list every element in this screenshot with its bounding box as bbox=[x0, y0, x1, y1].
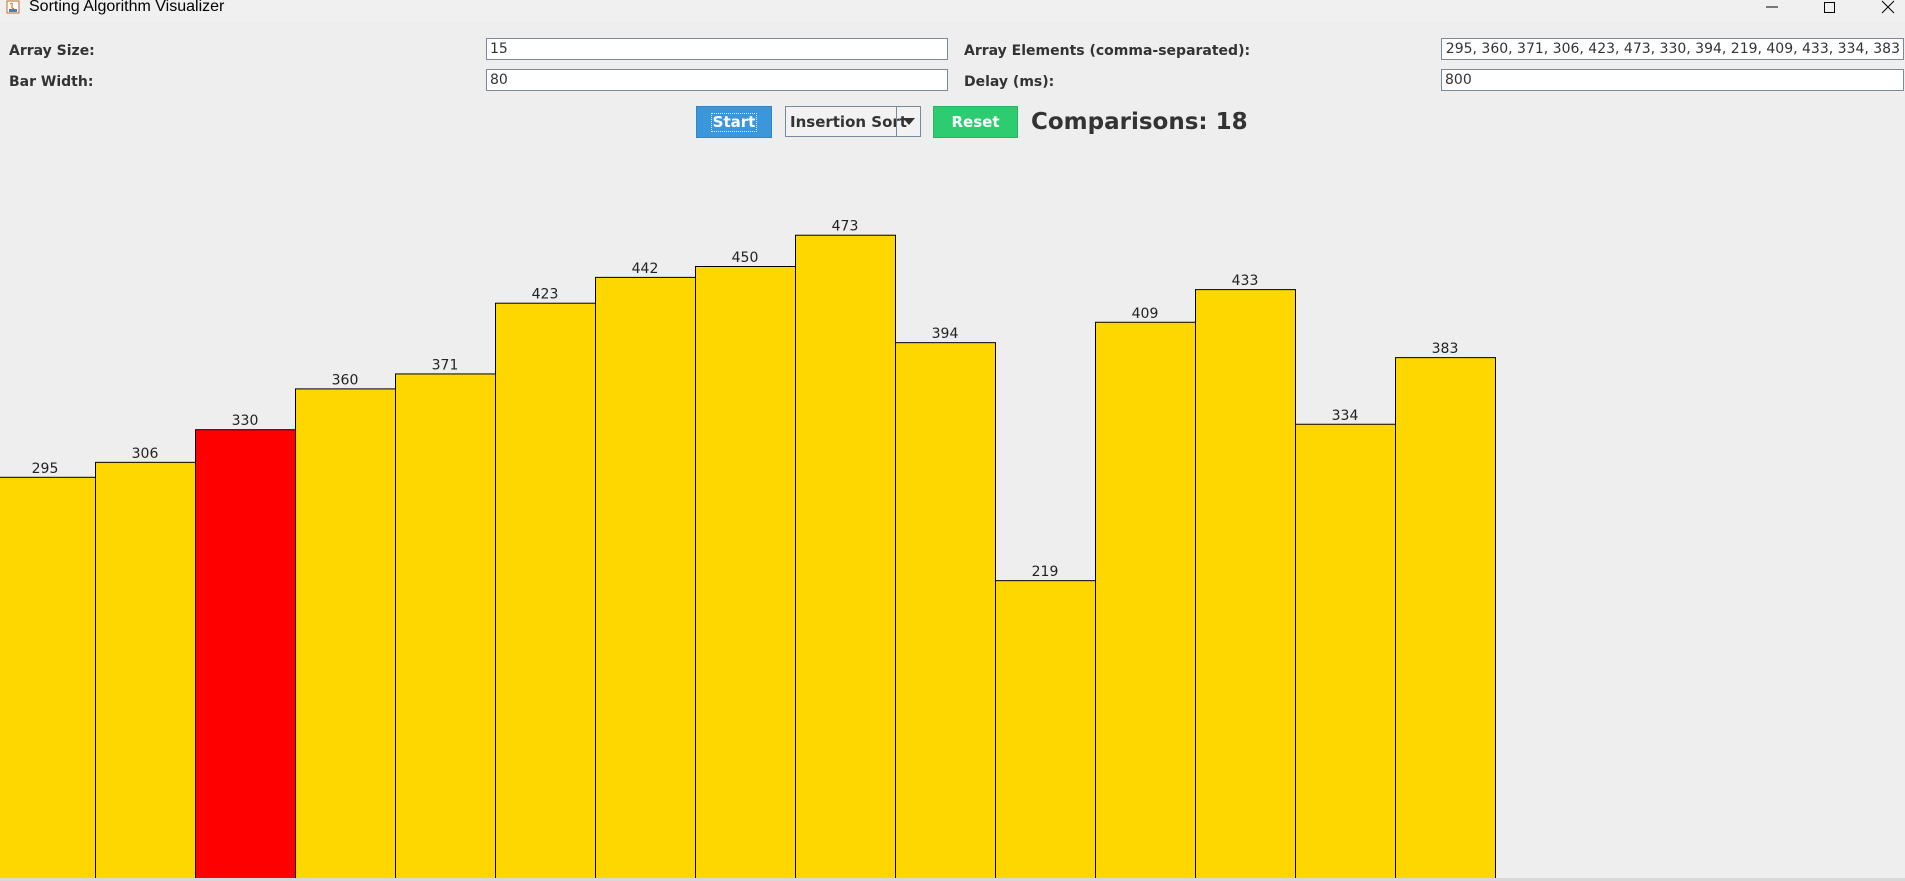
chevron-down-icon bbox=[902, 117, 915, 125]
delay-label: Delay (ms): bbox=[964, 74, 1055, 90]
start-button-label: Start bbox=[710, 112, 758, 132]
bar-highlighted bbox=[195, 429, 296, 878]
title-bar: Sorting Algorithm Visualizer bbox=[0, 0, 1905, 22]
array-elements-label: Array Elements (comma-separated): bbox=[964, 43, 1251, 59]
algorithm-selected-value: Insertion Sort bbox=[790, 113, 907, 131]
delay-input[interactable]: 800 bbox=[1441, 69, 1904, 91]
reset-button[interactable]: Reset bbox=[933, 106, 1018, 138]
bar bbox=[795, 234, 896, 878]
array-size-input[interactable]: 15 bbox=[486, 38, 948, 60]
close-icon bbox=[1881, 0, 1895, 14]
maximize-icon bbox=[1824, 2, 1835, 13]
dropdown-arrow-button[interactable] bbox=[896, 107, 920, 136]
bar bbox=[295, 388, 396, 878]
array-elements-value: 2, 450, 295, 360, 371, 306, 423, 473, 33… bbox=[1441, 41, 1900, 57]
bar-value-label: 219 bbox=[1032, 564, 1059, 580]
bar bbox=[1195, 289, 1296, 878]
bar bbox=[1295, 423, 1396, 878]
bar bbox=[1095, 321, 1196, 878]
algorithm-select[interactable]: Insertion Sort bbox=[785, 106, 921, 137]
bar-value-label: 306 bbox=[132, 446, 159, 462]
bar bbox=[0, 476, 96, 878]
bar-value-label: 334 bbox=[1332, 408, 1359, 424]
reset-button-label: Reset bbox=[951, 113, 1000, 131]
bar bbox=[95, 461, 196, 878]
bar-width-label: Bar Width: bbox=[9, 74, 94, 90]
bar-value-label: 383 bbox=[1432, 341, 1459, 357]
close-button[interactable] bbox=[1866, 0, 1905, 20]
comparisons-counter: Comparisons: 18 bbox=[1031, 109, 1248, 135]
array-elements-input[interactable]: 2, 450, 295, 360, 371, 306, 423, 473, 33… bbox=[1441, 38, 1904, 60]
start-button[interactable]: Start bbox=[696, 106, 772, 138]
bar bbox=[495, 302, 596, 878]
bar-value-label: 394 bbox=[932, 326, 959, 342]
bar-value-label: 450 bbox=[732, 250, 759, 266]
bar-value-label: 433 bbox=[1232, 273, 1259, 289]
bar-value-label: 360 bbox=[332, 372, 359, 388]
java-app-icon bbox=[6, 0, 20, 14]
bar bbox=[595, 276, 696, 878]
bar bbox=[395, 373, 496, 878]
bar bbox=[895, 342, 996, 878]
bar bbox=[695, 266, 796, 878]
bar bbox=[995, 580, 1096, 878]
minimize-icon bbox=[1766, 6, 1778, 8]
bar-value-label: 442 bbox=[632, 261, 659, 277]
bar-value-label: 371 bbox=[432, 357, 459, 373]
bar-value-label: 409 bbox=[1132, 306, 1159, 322]
bar-value-label: 473 bbox=[832, 219, 859, 235]
bar-value-label: 423 bbox=[532, 287, 559, 303]
sorting-bar-chart: 295 306 330 360 371 423 442 450 473 394 219 409 433 3… bbox=[0, 219, 1496, 878]
window-title: Sorting Algorithm Visualizer bbox=[29, 0, 225, 15]
bar-width-input[interactable]: 80 bbox=[486, 69, 948, 91]
bar bbox=[1395, 357, 1496, 878]
bar-value-label: 295 bbox=[32, 461, 59, 477]
bar-value-label: 330 bbox=[232, 413, 259, 429]
minimize-button[interactable] bbox=[1750, 0, 1794, 20]
array-size-label: Array Size: bbox=[9, 43, 95, 59]
maximize-button[interactable] bbox=[1807, 0, 1851, 20]
